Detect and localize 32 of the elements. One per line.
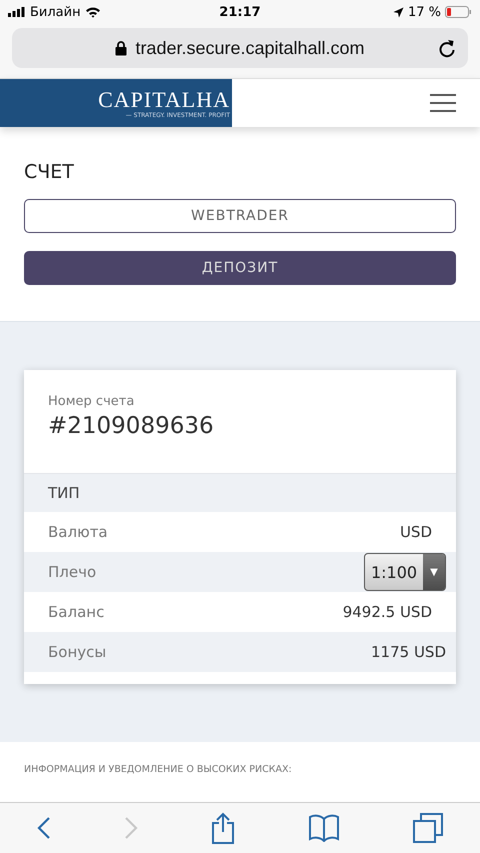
row-label: Баланс xyxy=(48,603,104,621)
carrier-name: Билайн xyxy=(30,4,81,20)
menu-icon[interactable] xyxy=(430,94,456,112)
url-text: trader.secure.capitalhall.com xyxy=(135,38,365,58)
row-label: Валюта xyxy=(48,523,108,541)
wifi-icon xyxy=(84,6,101,18)
row-value: USD xyxy=(400,523,432,541)
clock-time: 21:17 xyxy=(219,4,261,20)
account-number: #2109089636 xyxy=(47,412,215,441)
signal-icon xyxy=(8,7,26,17)
leverage-select[interactable]: 1:100 ▼ xyxy=(364,553,446,591)
reload-icon[interactable] xyxy=(438,38,456,58)
address-bar[interactable]: trader.secure.capitalhall.com xyxy=(12,28,468,68)
logo-text: CAPITALHA xyxy=(98,88,231,112)
back-icon[interactable] xyxy=(36,816,51,840)
row-value: 9492.5 USD xyxy=(342,603,432,621)
deposit-button[interactable]: ДЕПОЗИТ xyxy=(24,251,456,285)
tabs-icon[interactable] xyxy=(413,813,444,843)
webtrader-button[interactable]: WEBTRADER xyxy=(24,199,456,233)
book-icon[interactable] xyxy=(308,814,340,842)
battery-icon xyxy=(445,6,472,18)
location-arrow-icon xyxy=(392,6,404,18)
row-value: 1175 USD xyxy=(371,643,446,661)
row-label: Бонусы xyxy=(48,643,106,661)
battery-percent: 17 % xyxy=(408,4,441,20)
account-number-label: Номер счета xyxy=(47,394,136,409)
lock-icon xyxy=(115,40,128,56)
disclaimer-heading: ИНФОРМАЦИЯ И УВЕДОМЛЕНИЕ О ВЫСОКИХ РИСКАХ: xyxy=(24,764,293,775)
row-label: Плечо xyxy=(48,563,96,581)
type-header: ТИП xyxy=(24,473,456,512)
section-title: СЧЕТ xyxy=(24,161,75,183)
share-icon[interactable] xyxy=(210,812,235,844)
